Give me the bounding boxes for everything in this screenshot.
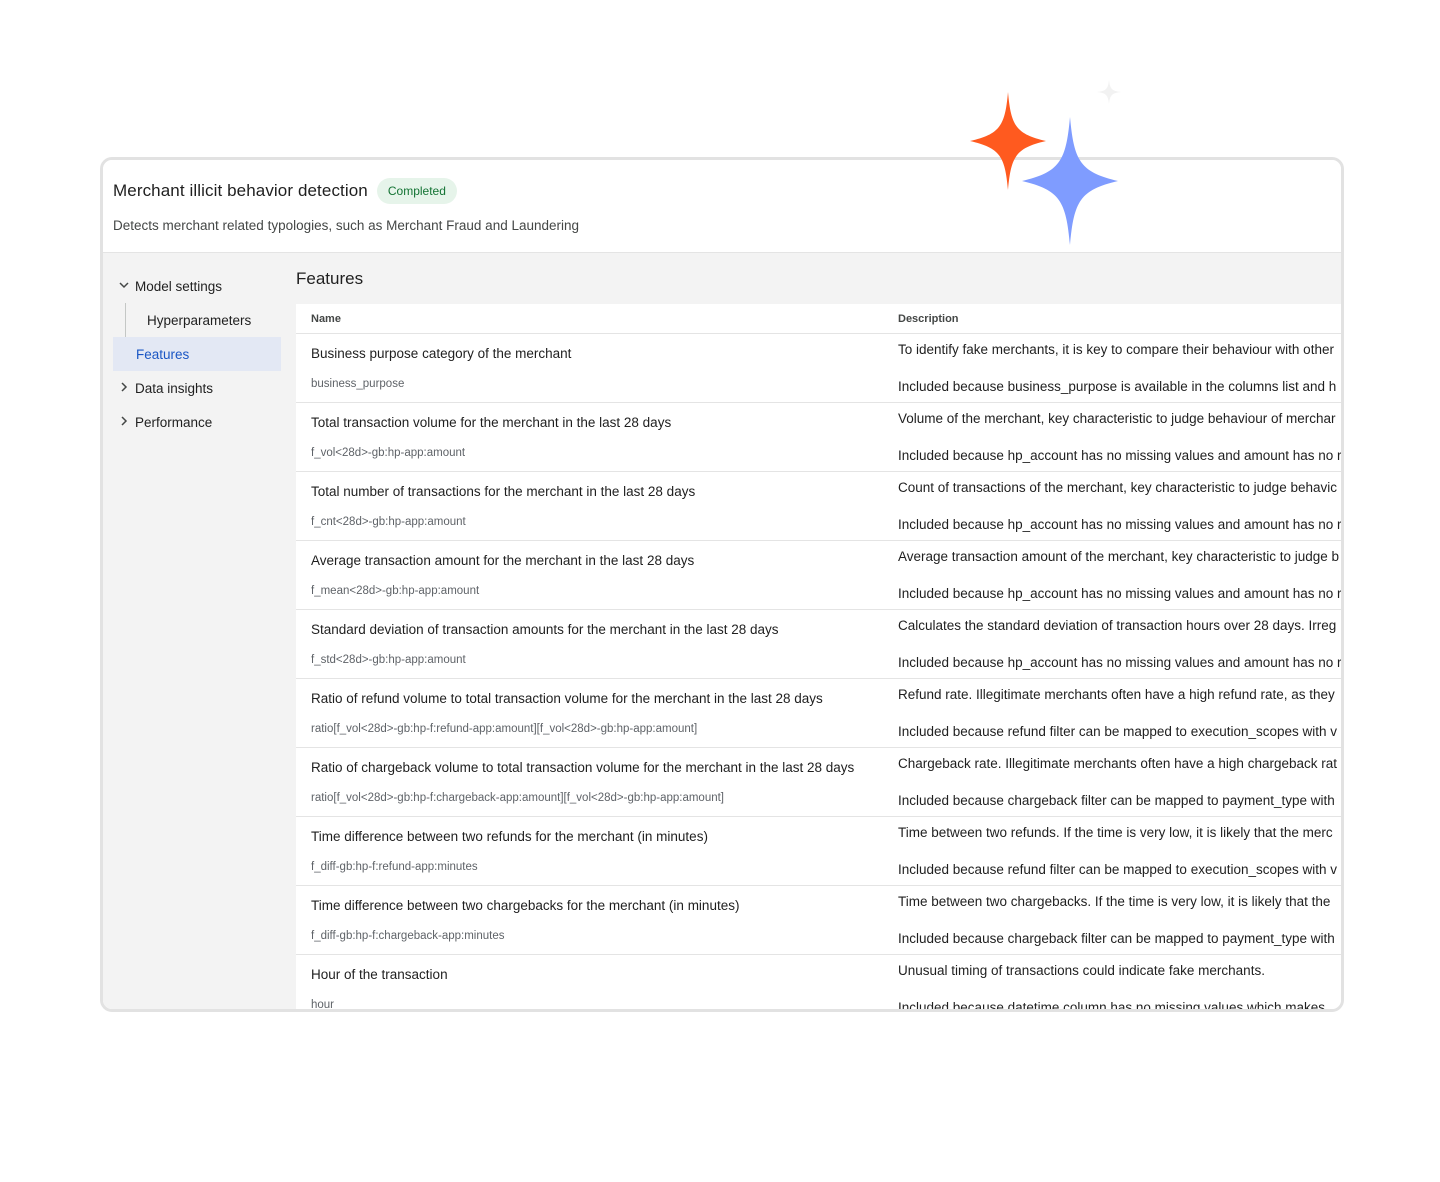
- feature-name: Hour of the transaction: [311, 967, 448, 982]
- feature-name: Total transaction volume for the merchan…: [311, 415, 672, 430]
- title-row: Merchant illicit behavior detection Comp…: [113, 178, 457, 204]
- feature-inclusion-reason: Included because datetime column has no …: [898, 1000, 1325, 1009]
- feature-id: f_mean<28d>-gb:hp-app:amount: [311, 585, 480, 597]
- table-row[interactable]: Standard deviation of transaction amount…: [296, 610, 1341, 679]
- feature-description: Time between two refunds. If the time is…: [898, 825, 1333, 840]
- nav-features[interactable]: Features: [113, 337, 281, 371]
- feature-name: Ratio of refund volume to total transact…: [311, 691, 823, 706]
- feature-id: f_diff-gb:hp-f:refund-app:minutes: [311, 861, 478, 873]
- feature-description: Calculates the standard deviation of tra…: [898, 618, 1337, 633]
- feature-id: ratio[f_vol<28d>-gb:hp-f:refund-app:amou…: [311, 723, 698, 735]
- feature-name: Total number of transactions for the mer…: [311, 484, 696, 499]
- feature-inclusion-reason: Included because hp_account has no missi…: [898, 586, 1341, 601]
- feature-inclusion-reason: Included because refund filter can be ma…: [898, 862, 1338, 877]
- feature-id: f_diff-gb:hp-f:chargeback-app:minutes: [311, 930, 505, 942]
- feature-description: Refund rate. Illegitimate merchants ofte…: [898, 687, 1335, 702]
- table-row[interactable]: Time difference between two chargebacks …: [296, 886, 1341, 955]
- sparkle-faint-shape: [1097, 80, 1121, 104]
- table-row[interactable]: Hour of the transaction hour Unusual tim…: [296, 955, 1341, 1009]
- feature-description: Unusual timing of transactions could ind…: [898, 963, 1265, 978]
- card-header: Merchant illicit behavior detection Comp…: [103, 160, 1341, 253]
- feature-description: Time between two chargebacks. If the tim…: [898, 894, 1331, 909]
- table-row[interactable]: Time difference between two refunds for …: [296, 817, 1341, 886]
- feature-inclusion-reason: Included because chargeback filter can b…: [898, 793, 1335, 808]
- feature-description: To identify fake merchants, it is key to…: [898, 342, 1334, 357]
- feature-id: business_purpose: [311, 378, 405, 390]
- feature-id: ratio[f_vol<28d>-gb:hp-f:chargeback-app:…: [311, 792, 725, 804]
- feature-inclusion-reason: Included because refund filter can be ma…: [898, 724, 1338, 739]
- sparkle-blue-shape: [1022, 117, 1118, 245]
- chevron-right-icon: [113, 381, 135, 396]
- feature-name: Business purpose category of the merchan…: [311, 346, 572, 361]
- feature-name: Standard deviation of transaction amount…: [311, 622, 779, 637]
- nav-performance-label: Performance: [135, 414, 213, 430]
- nav-performance[interactable]: Performance: [113, 405, 281, 439]
- features-table: Name Description Business purpose catego…: [296, 304, 1341, 1009]
- page-subtitle: Detects merchant related typologies, suc…: [113, 218, 580, 233]
- feature-inclusion-reason: Included because hp_account has no missi…: [898, 448, 1341, 463]
- page-title: Merchant illicit behavior detection: [113, 181, 368, 200]
- nav-hyperparameters[interactable]: Hyperparameters: [113, 303, 281, 337]
- table-row[interactable]: Ratio of refund volume to total transact…: [296, 679, 1341, 748]
- status-badge: Completed: [376, 178, 457, 204]
- feature-inclusion-reason: Included because business_purpose is ava…: [898, 379, 1337, 394]
- feature-description: Count of transactions of the merchant, k…: [898, 480, 1337, 495]
- table-row[interactable]: Ratio of chargeback volume to total tran…: [296, 748, 1341, 817]
- content-area: Model settings Hyperparameters Features …: [103, 253, 1341, 1009]
- table-row[interactable]: Total number of transactions for the mer…: [296, 472, 1341, 541]
- sparkle-icon: [1097, 80, 1121, 104]
- feature-inclusion-reason: Included because hp_account has no missi…: [898, 655, 1341, 670]
- side-navigation: Model settings Hyperparameters Features …: [113, 269, 281, 439]
- table-row[interactable]: Average transaction amount for the merch…: [296, 541, 1341, 610]
- column-header-name[interactable]: Name: [311, 313, 341, 325]
- feature-description: Volume of the merchant, key characterist…: [898, 411, 1336, 426]
- nav-hyperparameters-label: Hyperparameters: [147, 312, 252, 328]
- feature-description: Average transaction amount of the mercha…: [898, 549, 1339, 564]
- nav-data-insights[interactable]: Data insights: [113, 371, 281, 405]
- nav-model-settings[interactable]: Model settings: [113, 269, 281, 303]
- nav-features-label: Features: [136, 346, 190, 362]
- column-header-description[interactable]: Description: [898, 313, 959, 325]
- feature-name: Ratio of chargeback volume to total tran…: [311, 760, 855, 775]
- nav-model-settings-label: Model settings: [135, 278, 223, 294]
- feature-inclusion-reason: Included because hp_account has no missi…: [898, 517, 1341, 532]
- chevron-down-icon: [113, 279, 135, 294]
- model-detail-card: Merchant illicit behavior detection Comp…: [100, 157, 1344, 1012]
- table-header: Name Description: [296, 304, 1341, 334]
- table-row[interactable]: Business purpose category of the merchan…: [296, 334, 1341, 403]
- nav-data-insights-label: Data insights: [135, 380, 214, 396]
- sparkle-icon: [1022, 117, 1118, 245]
- feature-inclusion-reason: Included because chargeback filter can b…: [898, 931, 1335, 946]
- feature-id: f_cnt<28d>-gb:hp-app:amount: [311, 516, 466, 528]
- feature-description: Chargeback rate. Illegitimate merchants …: [898, 756, 1337, 771]
- feature-name: Time difference between two chargebacks …: [311, 898, 740, 913]
- feature-id: hour: [311, 999, 335, 1009]
- feature-id: f_vol<28d>-gb:hp-app:amount: [311, 447, 466, 459]
- section-title: Features: [296, 269, 364, 288]
- feature-name: Average transaction amount for the merch…: [311, 553, 695, 568]
- feature-id: f_std<28d>-gb:hp-app:amount: [311, 654, 466, 666]
- chevron-right-icon: [113, 415, 135, 430]
- table-row[interactable]: Total transaction volume for the merchan…: [296, 403, 1341, 472]
- feature-name: Time difference between two refunds for …: [311, 829, 708, 844]
